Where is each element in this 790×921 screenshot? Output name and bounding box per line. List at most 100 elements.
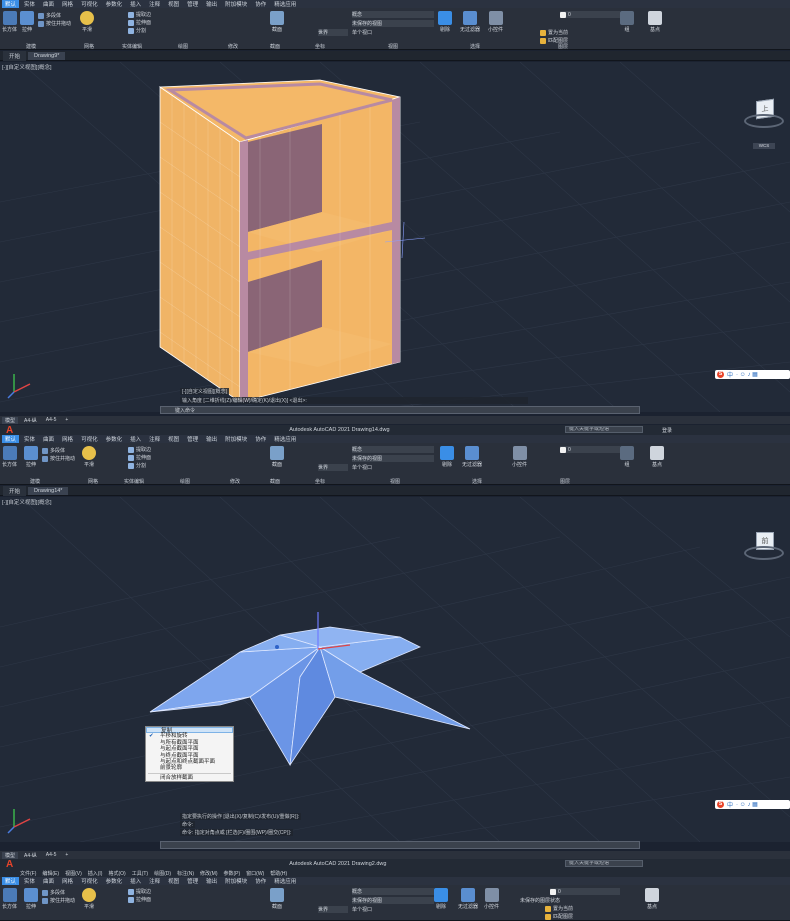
ribbon-tab[interactable]: 参数化 — [103, 877, 126, 885]
gizmo-button[interactable]: 小控件 — [488, 11, 503, 33]
context-menu-item[interactable]: 闭合放样截面 — [146, 775, 233, 781]
ribbon-tab[interactable]: 可视化 — [78, 435, 101, 443]
ribbon-tab[interactable]: 实体 — [21, 435, 38, 443]
ribbon-tab[interactable]: 可视化 — [78, 877, 101, 885]
ribbon-tab[interactable]: 实体 — [21, 0, 38, 8]
set-current-button[interactable]: 置为当前 — [545, 905, 573, 912]
ribbon-tab[interactable]: 管理 — [184, 877, 201, 885]
presspull-button[interactable]: 按住并拖动 — [42, 455, 75, 462]
ribbon-tab[interactable]: 插入 — [127, 877, 144, 885]
ribbon-tab[interactable]: 协作 — [252, 435, 269, 443]
add-layout-icon[interactable]: + — [62, 417, 71, 423]
culling-button[interactable]: 剔除 — [440, 446, 454, 468]
layer-dropdown[interactable]: 0 — [560, 446, 620, 453]
filter-button[interactable]: 无过滤器 — [462, 446, 482, 468]
extrude-faces-button[interactable]: 拉伸面 — [128, 19, 151, 26]
culling-button[interactable]: 剔除 — [438, 11, 452, 33]
ribbon-tab[interactable]: 附加模块 — [222, 435, 250, 443]
menu-item[interactable]: 绘图(D) — [154, 870, 171, 877]
extrude-button[interactable]: 拉伸 — [20, 11, 34, 33]
menu-item[interactable]: 修改(M) — [200, 870, 218, 877]
menu-item[interactable]: 标注(N) — [177, 870, 194, 877]
visual-style-dropdown[interactable]: 概念 — [352, 888, 434, 895]
presspull-button[interactable]: 按住并拖动 — [42, 897, 75, 904]
presspull-button[interactable]: 按住并拖动 — [38, 20, 71, 27]
drawing-viewport[interactable]: [-][自定义视图][概念] 上 WCS [-][自定义视图][概念] 输入角度… — [0, 62, 790, 412]
visual-style-dropdown[interactable]: 概念 — [352, 446, 434, 453]
ribbon-tab[interactable]: 附加模块 — [222, 0, 250, 8]
match-layer-button[interactable]: 匹配图层 — [545, 913, 573, 920]
menu-item[interactable]: 帮助(H) — [270, 870, 287, 877]
layout-tab-2[interactable]: A4-5 — [43, 417, 60, 423]
polysolid-button[interactable]: 多段体 — [42, 447, 65, 454]
world-dropdown[interactable]: 世界 — [318, 464, 348, 471]
ribbon-tab[interactable]: 附加模块 — [222, 877, 250, 885]
smooth-button[interactable]: 平滑 — [80, 11, 94, 33]
layout-tab-1[interactable]: A4-纵 — [21, 852, 40, 859]
ribbon-tab[interactable]: 注释 — [146, 435, 163, 443]
viewcube[interactable]: 前 — [744, 522, 784, 577]
split-button[interactable]: 分割 — [128, 462, 146, 469]
ribbon-tab[interactable]: 精选应用 — [271, 435, 299, 443]
layer-state-dropdown[interactable]: 未保存的图层状态 — [520, 897, 560, 904]
login-link[interactable]: 登录 — [662, 427, 672, 434]
section-plane-button[interactable]: 截面 — [270, 11, 284, 33]
ribbon-tab[interactable]: 曲面 — [40, 0, 57, 8]
drawing-viewport[interactable]: [-][自定义视图][概念] 前 复制 ✔ 平移和旋转 与所有截面平面 与起点截面平面与… — [0, 497, 790, 842]
model-tab[interactable]: 模型 — [2, 416, 19, 424]
ribbon-tab[interactable]: 可视化 — [78, 0, 101, 8]
extract-edges-button[interactable]: 提取边 — [128, 11, 151, 18]
culling-button[interactable]: 剔除 — [434, 888, 448, 910]
ribbon-tab[interactable]: 管理 — [184, 0, 201, 8]
ribbon-tab[interactable]: 曲面 — [40, 877, 57, 885]
command-input[interactable] — [160, 841, 640, 849]
menu-item[interactable]: 格式(O) — [108, 870, 125, 877]
drawing-tab[interactable]: Drawing9* — [28, 51, 66, 60]
ribbon-tab[interactable]: 协作 — [252, 877, 269, 885]
ribbon-tab[interactable]: 管理 — [184, 435, 201, 443]
layer-dropdown[interactable]: 0 — [560, 11, 620, 18]
visual-style-dropdown[interactable]: 概念 — [352, 11, 434, 18]
ribbon-tab[interactable]: 精选应用 — [271, 0, 299, 8]
filter-button[interactable]: 无过滤器 — [460, 11, 480, 33]
box-button[interactable]: 长方体 — [2, 446, 17, 468]
ribbon-tab[interactable]: 输出 — [203, 877, 220, 885]
drawing-tab[interactable]: Drawing14* — [28, 486, 69, 495]
smooth-button[interactable]: 平滑 — [82, 446, 96, 468]
ime-toolbar[interactable]: S 中 · ☺ ♪ ▦ — [715, 370, 790, 379]
viewcube[interactable]: 上 WCS — [744, 92, 784, 149]
polysolid-button[interactable]: 多段体 — [42, 889, 65, 896]
gizmo-button[interactable]: 小控件 — [484, 888, 499, 910]
ribbon-tab[interactable]: 视图 — [165, 0, 182, 8]
ribbon-tab[interactable]: 插入 — [127, 435, 144, 443]
extrude-faces-button[interactable]: 拉伸面 — [128, 454, 151, 461]
autocad-logo-icon[interactable]: A — [6, 859, 13, 870]
search-input[interactable]: 键入关键字或短语 — [565, 426, 643, 433]
menu-item[interactable]: 插入(I) — [88, 870, 103, 877]
world-dropdown[interactable]: 世界 — [318, 906, 348, 913]
add-layout-icon[interactable]: + — [62, 852, 71, 858]
layer-dropdown[interactable]: 0 — [550, 888, 620, 895]
box-button[interactable]: 长方体 — [2, 11, 17, 33]
context-menu-item[interactable]: 前景轮廓 — [146, 765, 233, 771]
group-button[interactable]: 组 — [620, 11, 634, 33]
menu-item[interactable]: 工具(T) — [132, 870, 148, 877]
ime-toolbar[interactable]: S 中 · ☺ ♪ ▦ — [715, 800, 790, 809]
ribbon-tab[interactable]: 精选应用 — [271, 877, 299, 885]
menu-item[interactable]: 文件(F) — [20, 870, 36, 877]
ribbon-tab[interactable]: 曲面 — [40, 435, 57, 443]
base-button[interactable]: 基点 — [645, 888, 659, 910]
ribbon-tab[interactable]: 默认 — [2, 877, 20, 885]
ribbon-tab[interactable]: 参数化 — [103, 435, 126, 443]
start-tab[interactable]: 开始 — [3, 485, 27, 496]
ribbon-tab[interactable]: 视图 — [165, 877, 182, 885]
view-dropdown[interactable]: 未保存的视图 — [352, 455, 434, 462]
ribbon-tab[interactable]: 网格 — [59, 0, 76, 8]
extrude-button[interactable]: 拉伸 — [24, 446, 38, 468]
ribbon-tab[interactable]: 网格 — [59, 435, 76, 443]
set-current-button[interactable]: 置为当前 — [540, 29, 568, 36]
box-button[interactable]: 长方体 — [2, 888, 17, 910]
ribbon-tab[interactable]: 实体 — [21, 877, 38, 885]
viewcube-ring[interactable] — [744, 546, 784, 560]
autocad-logo-icon[interactable]: A — [6, 425, 13, 436]
